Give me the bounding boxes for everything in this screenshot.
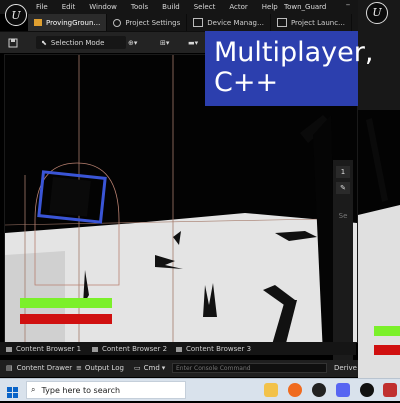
minimize-icon[interactable]: – [336,0,360,14]
content-browser-tab-2[interactable]: Content Browser 2 [92,345,167,353]
file-explorer-icon[interactable] [264,383,278,397]
search-icon: ⌕ [31,385,36,394]
menu-select[interactable]: Select [194,3,216,11]
health-bar-green [20,298,112,308]
output-log-label: Output Log [84,364,124,372]
launcher-icon [276,18,287,27]
blueprint-icon: ⊞▾ [160,38,170,47]
menu-bar: File Edit Window Tools Build Select Acto… [0,0,360,14]
window-title: Town_Guard [284,3,327,11]
menu-window[interactable]: Window [89,3,117,11]
gear-icon [113,18,122,27]
tab-label: ProvingGroun… [46,18,101,27]
save-icon[interactable] [8,36,18,49]
overlay-title-card: Multiplayer, C++ [205,31,374,106]
content-browser-tab-3[interactable]: Content Browser 3 [176,345,251,353]
cmd-label: Cmd [143,364,160,372]
content-browser-tab-1[interactable]: Content Browser 1 [6,345,81,353]
tab-device-manager[interactable]: Device Manag… [187,14,271,31]
level-tab-bar: ProvingGroun… Project Settings Device Ma… [28,14,360,31]
device-icon [193,18,204,27]
menu-tools[interactable]: Tools [131,3,148,11]
camera-body [49,176,91,217]
menu-help[interactable]: Help [262,3,278,11]
overlay-line-1: Multiplayer, [214,37,374,68]
selection-mode-label: Selection Mode [50,38,105,47]
add-actor-button[interactable]: ⊕▾ [128,36,137,49]
health-bar-red-secondary [374,345,400,355]
cmd-dropdown[interactable]: ▭ Cmd ▾ [134,364,165,372]
search-placeholder: Type here to search [41,385,121,395]
tab-label: Device Manag… [207,18,264,27]
content-browser-tabs: Content Browser 1 Content Browser 2 Cont… [0,342,356,355]
app-icon[interactable] [383,383,397,397]
windows-start-icon[interactable] [7,384,19,398]
windows-taskbar: ⌕ Type here to search [0,378,400,401]
health-bar-green-secondary [374,326,400,336]
folder-icon [92,346,98,352]
console-input[interactable] [172,363,327,373]
derive-label: Derive [334,364,357,372]
cinematics-button[interactable]: ▬▾ [188,36,198,49]
menu-build[interactable]: Build [162,3,180,11]
blueprint-button[interactable]: ⊞▾ [160,36,169,49]
pen-icon[interactable]: ✎ [336,182,350,194]
output-log-button[interactable]: ≡ Output Log [76,364,124,372]
tab-project-settings[interactable]: Project Settings [107,14,188,31]
cursor-icon: ⬉ [41,38,47,47]
menu-items: File Edit Window Tools Build Select Acto… [36,3,292,11]
content-browser-label: Content Browser 3 [186,345,252,353]
tab-project-launcher[interactable]: Project Launc… [271,14,353,31]
drawer-icon: ▤ [6,364,13,372]
log-icon: ≡ [76,364,82,372]
viewport-count-button[interactable]: 1 [336,166,350,178]
clapper-icon: ▬▾ [188,38,199,47]
taskbar-search[interactable]: ⌕ Type here to search [26,381,186,399]
unreal-taskbar-icon[interactable] [360,383,374,397]
terminal-icon: ▭ [134,364,141,372]
folder-icon [6,346,12,352]
folder-icon [176,346,182,352]
menu-edit[interactable]: Edit [62,3,76,11]
level-icon [34,19,42,26]
selection-mode-dropdown[interactable]: ⬉ Selection Mode [36,36,126,49]
tab-level[interactable]: ProvingGroun… [28,14,108,31]
content-drawer-button[interactable]: ▤ Content Drawer [6,364,72,372]
tab-label: Project Launc… [290,18,346,27]
content-drawer-label: Content Drawer [16,364,73,372]
menu-actor[interactable]: Actor [229,3,247,11]
panel-label: Se [336,210,350,222]
right-side-panel: 1 ✎ Se [333,160,353,360]
health-bar-red [20,314,112,324]
github-icon[interactable] [312,383,326,397]
content-browser-label: Content Browser 1 [16,345,82,353]
status-bar: ▤ Content Drawer ≡ Output Log ▭ Cmd ▾ De… [0,360,358,377]
menu-file[interactable]: File [36,3,48,11]
content-browser-label: Content Browser 2 [102,345,168,353]
tab-label: Project Settings [125,18,181,27]
chevron-down-icon: ▾ [161,364,166,372]
overlay-line-2: C++ [214,67,279,98]
discord-icon[interactable] [336,383,350,397]
derive-button[interactable]: Derive [334,364,357,372]
add-actor-icon: ⊕▾ [128,38,138,47]
firefox-icon[interactable] [288,383,302,397]
unreal-logo[interactable]: U [5,4,27,26]
